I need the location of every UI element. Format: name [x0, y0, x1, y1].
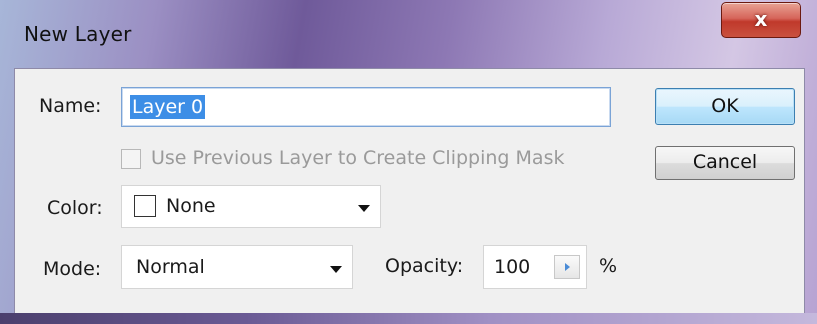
close-button[interactable]: x [721, 2, 801, 38]
opacity-label: Opacity: [385, 255, 464, 277]
dialog-title: New Layer [24, 22, 132, 46]
clipping-mask-checkbox[interactable] [121, 149, 141, 169]
triangle-right-icon [565, 263, 570, 271]
mode-label: Mode: [43, 258, 102, 280]
new-layer-dialog: New Layer x Name: Layer 0 Use Previous L… [0, 0, 817, 324]
color-swatch-icon [134, 195, 156, 217]
opacity-value: 100 [494, 256, 531, 278]
name-label: Name: [39, 95, 102, 117]
ok-button[interactable]: OK [655, 88, 795, 125]
opacity-unit: % [599, 255, 618, 277]
dialog-body: Name: Layer 0 Use Previous Layer to Crea… [14, 68, 805, 315]
opacity-slider-button[interactable] [554, 255, 580, 279]
chevron-down-icon [330, 266, 342, 273]
cancel-button[interactable]: Cancel [655, 146, 795, 180]
layer-name-value: Layer 0 [130, 95, 206, 119]
mode-value: Normal [136, 256, 205, 278]
chevron-down-icon [358, 205, 370, 212]
opacity-input[interactable]: 100 [483, 245, 587, 289]
color-dropdown[interactable]: None [121, 185, 381, 228]
title-bar[interactable]: New Layer x [0, 0, 817, 68]
color-value: None [166, 195, 216, 217]
window-bottom-border [0, 313, 817, 324]
close-icon: x [754, 7, 768, 31]
color-label: Color: [47, 197, 103, 219]
clipping-mask-label: Use Previous Layer to Create Clipping Ma… [151, 147, 565, 169]
layer-name-input[interactable]: Layer 0 [121, 87, 611, 127]
mode-dropdown[interactable]: Normal [121, 245, 353, 289]
